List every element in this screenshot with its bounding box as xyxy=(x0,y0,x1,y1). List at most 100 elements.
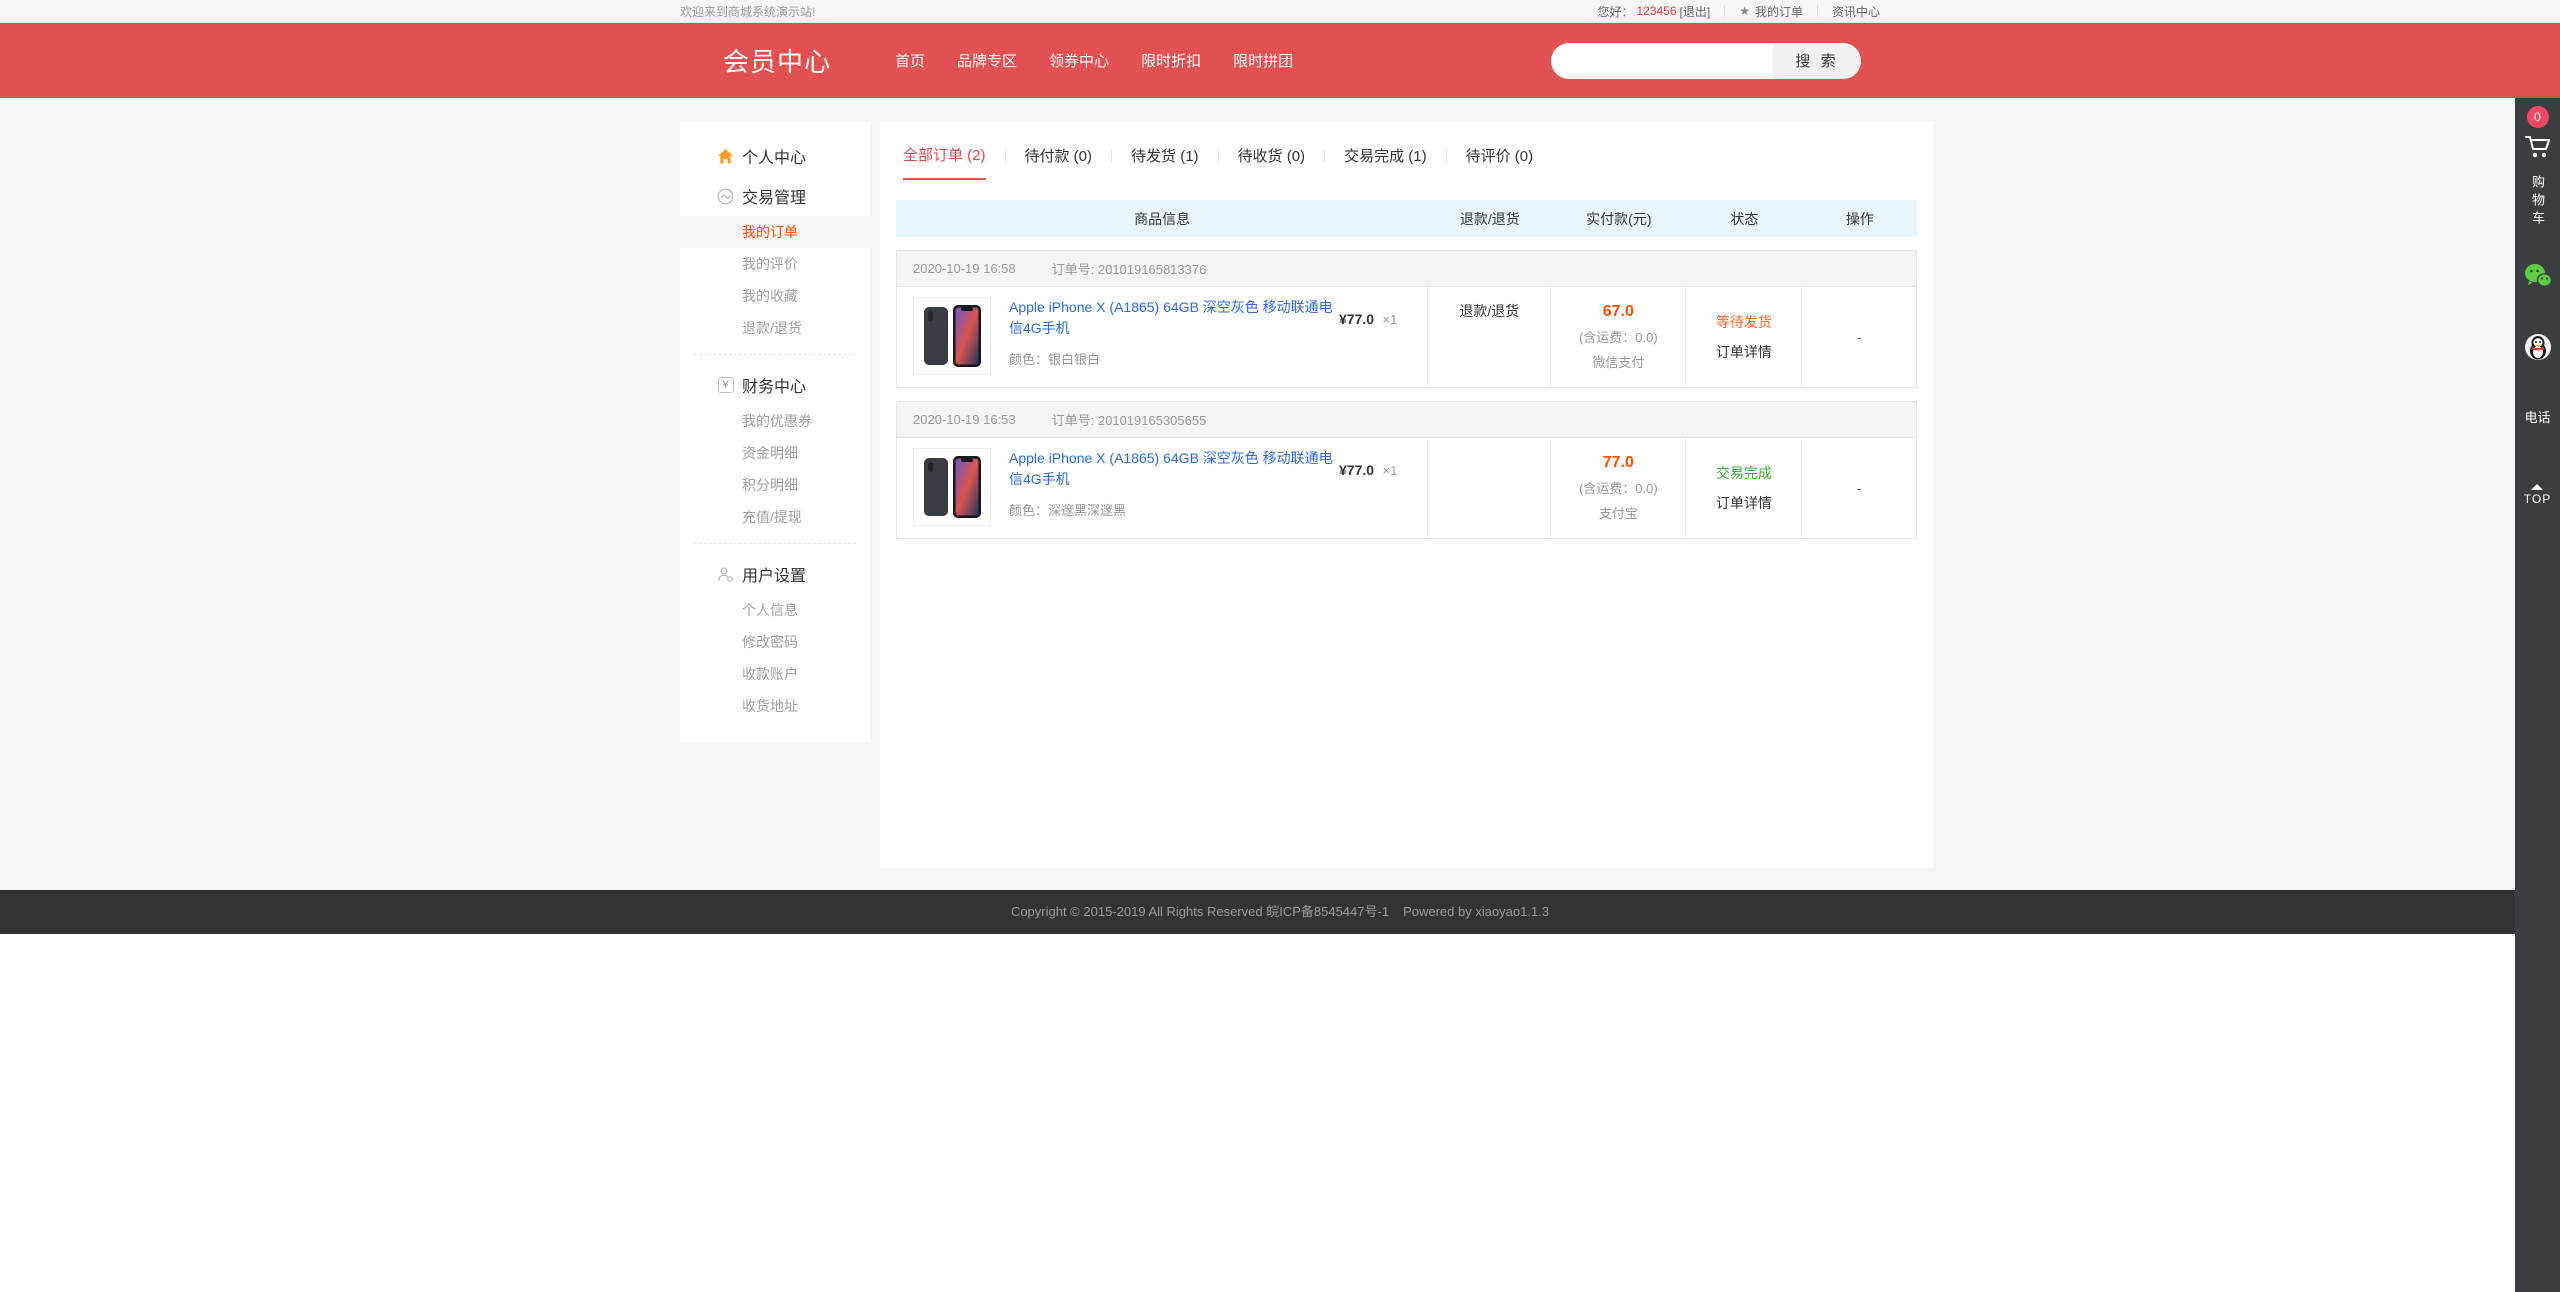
cart-count-badge: 0 xyxy=(2527,106,2549,128)
sidebar-section-finance[interactable]: ¥ 财务中心 xyxy=(680,365,870,405)
order-row: 2020-10-19 16:53 订单号: 201019165305655 xyxy=(896,401,1917,539)
product-thumbnail[interactable] xyxy=(913,448,991,526)
nav-flash-discount[interactable]: 限时折扣 xyxy=(1141,50,1201,71)
unit-price: ¥77.0 xyxy=(1339,311,1374,327)
sidebar-item-refund-return[interactable]: 退款/退货 xyxy=(680,312,870,344)
order-detail-link[interactable]: 订单详情 xyxy=(1716,493,1772,513)
up-arrow-icon xyxy=(2531,484,2543,490)
back-to-top-button[interactable]: TOP xyxy=(2524,484,2551,506)
tab-pending-review[interactable]: 待评价 (0) xyxy=(1466,145,1534,179)
product-info: Apple iPhone X (A1865) 64GB 深空灰色 移动联通电信4… xyxy=(1009,297,1339,368)
shipping-fee: (含运费：0.0) xyxy=(1579,478,1658,497)
powered-by-text: Powered by xiaoyao1.1.3 xyxy=(1403,904,1549,919)
member-sidebar: 个人中心 交易管理 我的订单 我的评价 我的收藏 退款/退货 ¥ 财务中心 我的… xyxy=(680,122,870,742)
product-cell: Apple iPhone X (A1865) 64GB 深空灰色 移动联通电信4… xyxy=(897,287,1427,387)
main-nav: 首页 品牌专区 领券中心 限时折扣 限时拼团 xyxy=(895,50,1325,71)
price-qty: ¥77.0 ×1 xyxy=(1339,297,1427,329)
column-paid-amount: 实付款(元) xyxy=(1551,209,1686,229)
refund-cell xyxy=(1427,438,1550,538)
tab-completed[interactable]: 交易完成 (1) xyxy=(1344,145,1427,179)
operations-cell: - xyxy=(1801,287,1916,387)
tab-pending-shipment[interactable]: 待发货 (1) xyxy=(1131,145,1199,179)
product-thumbnail[interactable] xyxy=(913,297,991,375)
sidebar-section-trade[interactable]: 交易管理 xyxy=(680,176,870,216)
paid-cell: 77.0 (含运费：0.0) 支付宝 xyxy=(1550,438,1685,538)
tab-pending-receipt[interactable]: 待收货 (0) xyxy=(1238,145,1306,179)
greeting-text: 您好： xyxy=(1597,3,1633,20)
sidebar-item-payment-account[interactable]: 收款账户 xyxy=(680,658,870,690)
column-operations: 操作 xyxy=(1802,209,1917,229)
divider xyxy=(1111,149,1112,163)
column-refund: 退款/退货 xyxy=(1428,209,1551,229)
nav-coupon-center[interactable]: 领券中心 xyxy=(1049,50,1109,71)
sidebar-item-personal-info[interactable]: 个人信息 xyxy=(680,594,870,626)
shipping-fee: (含运费：0.0) xyxy=(1579,327,1658,346)
sidebar-item-points-details[interactable]: 积分明细 xyxy=(680,469,870,501)
status-badge: 交易完成 xyxy=(1716,463,1772,483)
logout-link[interactable]: [退出] xyxy=(1680,3,1711,20)
quantity: ×1 xyxy=(1383,312,1398,327)
paid-amount: 67.0 xyxy=(1603,303,1634,321)
divider xyxy=(1446,149,1447,163)
payment-method: 微信支付 xyxy=(1592,352,1644,371)
nav-brand-zone[interactable]: 品牌专区 xyxy=(957,50,1017,71)
product-color: 颜色：深邃黑深邃黑 xyxy=(1009,500,1339,519)
trade-icon xyxy=(717,188,734,205)
tab-all-orders[interactable]: 全部订单 (2) xyxy=(903,144,986,180)
copyright-text: Copyright © 2015-2019 All Rights Reserve… xyxy=(1011,904,1389,919)
main-header: 会员中心 首页 品牌专区 领券中心 限时折扣 限时拼团 搜 索 xyxy=(0,23,2560,98)
floating-toolbar: 0 购物车 xyxy=(2515,98,2560,1292)
search-input[interactable] xyxy=(1551,43,1773,79)
status-cell: 等待发货 订单详情 xyxy=(1685,287,1801,387)
search-box: 搜 索 xyxy=(1551,43,1861,79)
my-orders-link[interactable]: 我的订单 xyxy=(1755,3,1803,20)
product-cell: Apple iPhone X (A1865) 64GB 深空灰色 移动联通电信4… xyxy=(897,438,1427,538)
order-row: 2020-10-19 16:58 订单号: 201019165813376 xyxy=(896,250,1917,388)
home-icon xyxy=(717,148,734,165)
order-detail-link[interactable]: 订单详情 xyxy=(1716,342,1772,362)
news-center-link[interactable]: 资讯中心 xyxy=(1832,3,1880,20)
divider xyxy=(1218,149,1219,163)
operations-cell: - xyxy=(1801,438,1916,538)
sidebar-item-my-favorites[interactable]: 我的收藏 xyxy=(680,280,870,312)
page-title: 会员中心 xyxy=(723,42,831,79)
tab-pending-payment[interactable]: 待付款 (0) xyxy=(1025,145,1093,179)
refund-cell: 退款/退货 xyxy=(1427,287,1550,387)
order-number: 订单号: 201019165813376 xyxy=(1052,259,1207,278)
sidebar-item-shipping-address[interactable]: 收货地址 xyxy=(680,690,870,722)
sidebar-item-personal-center[interactable]: 个人中心 xyxy=(680,136,870,176)
user-gear-icon xyxy=(717,566,734,583)
nav-home[interactable]: 首页 xyxy=(895,50,925,71)
refund-link[interactable]: 退款/退货 xyxy=(1459,301,1519,321)
welcome-text: 欢迎来到商城系统演示站! xyxy=(680,3,815,20)
main-area: 个人中心 交易管理 我的订单 我的评价 我的收藏 退款/退货 ¥ 财务中心 我的… xyxy=(0,98,2560,890)
sidebar-item-my-reviews[interactable]: 我的评价 xyxy=(680,248,870,280)
divider xyxy=(1724,5,1725,17)
qq-button[interactable] xyxy=(2523,332,2553,367)
order-tabs: 全部订单 (2) 待付款 (0) 待发货 (1) 待收货 (0) 交易完成 (1… xyxy=(896,122,1917,180)
cart-button[interactable] xyxy=(2524,134,2552,165)
product-link[interactable]: Apple iPhone X (A1865) 64GB 深空灰色 移动联通电信4… xyxy=(1009,448,1339,490)
orders-panel: 全部订单 (2) 待付款 (0) 待发货 (1) 待收货 (0) 交易完成 (1… xyxy=(880,122,1933,868)
unit-price: ¥77.0 xyxy=(1339,462,1374,478)
sidebar-item-recharge-withdraw[interactable]: 充值/提现 xyxy=(680,501,870,533)
sidebar-item-my-coupons[interactable]: 我的优惠券 xyxy=(680,405,870,437)
qq-icon xyxy=(2523,349,2553,366)
nav-group-buy[interactable]: 限时拼团 xyxy=(1233,50,1293,71)
finance-icon: ¥ xyxy=(717,377,734,394)
product-link[interactable]: Apple iPhone X (A1865) 64GB 深空灰色 移动联通电信4… xyxy=(1009,297,1339,339)
sidebar-section-user-settings[interactable]: 用户设置 xyxy=(680,554,870,594)
sidebar-item-fund-details[interactable]: 资金明细 xyxy=(680,437,870,469)
search-button[interactable]: 搜 索 xyxy=(1773,43,1861,79)
sidebar-item-my-orders[interactable]: 我的订单 xyxy=(680,216,870,248)
cart-icon xyxy=(2524,147,2552,164)
order-datetime: 2020-10-19 16:53 xyxy=(913,412,1016,427)
wechat-button[interactable] xyxy=(2523,261,2553,296)
cart-label[interactable]: 购物车 xyxy=(2528,175,2547,229)
sidebar-item-change-password[interactable]: 修改密码 xyxy=(680,626,870,658)
divider xyxy=(694,354,856,355)
payment-method: 支付宝 xyxy=(1599,503,1638,522)
paid-cell: 67.0 (含运费：0.0) 微信支付 xyxy=(1550,287,1685,387)
phone-button[interactable]: 电话 xyxy=(2524,407,2550,426)
quantity: ×1 xyxy=(1383,463,1398,478)
